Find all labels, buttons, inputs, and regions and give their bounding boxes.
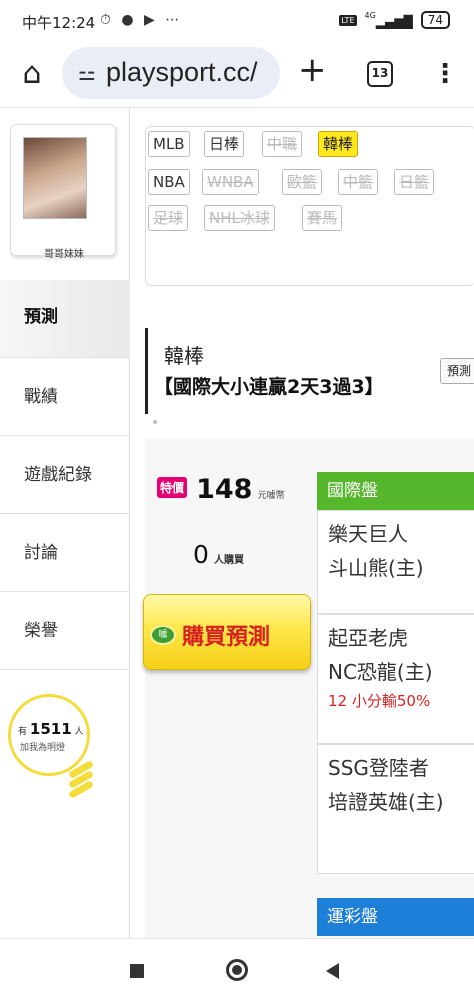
away-team: SSG登陸者 [328, 756, 429, 780]
buy-prediction-label[interactable]: 購買預測 [182, 619, 270, 651]
filter-nba[interactable]: NBA [148, 169, 190, 195]
prediction-name: 【國際大小連贏2天3過3】 [154, 376, 384, 398]
site-settings-icon[interactable]: ⚍ [78, 61, 96, 85]
recents-icon[interactable] [130, 964, 144, 978]
new-tab-icon[interactable]: + [298, 50, 327, 90]
follow-label[interactable]: 加我為明燈 [20, 740, 65, 753]
battery-icon: 74 [420, 11, 450, 29]
status-right: LTE 4G▂▄▆█ 74 [339, 11, 450, 29]
signal-icon: 4G▂▄▆█ [364, 11, 413, 29]
sidebar-item-honor[interactable]: 榮譽 [0, 592, 130, 670]
browser-toolbar: ⌂ ⚍ playsport.cc/ + 13 ⋮ [0, 40, 474, 108]
away-team: 起亞老虎 [328, 626, 408, 650]
special-price-badge: 特價 [157, 477, 188, 498]
prediction-category: 韓棒 [164, 344, 204, 368]
sidebar: 哥哥妹妹 預測 戰績 遊戲紀錄 討論 榮譽 有 1511 人 加我為明燈 [0, 108, 130, 938]
price-block: 特價 148 元噱幣 [157, 474, 285, 505]
game-row: SSG登陸者 培證英雄(主) [317, 744, 474, 874]
browser-menu-icon[interactable]: ⋮ [432, 54, 458, 94]
price-unit: 元噱幣 [257, 491, 285, 501]
sidebar-item-game-history[interactable]: 遊戲紀錄 [0, 436, 130, 514]
avatar[interactable] [23, 137, 87, 219]
buyers-count: 0 [193, 540, 209, 569]
back-icon[interactable] [326, 963, 339, 979]
bulb-base-icon [67, 759, 95, 802]
system-nav-bar [0, 938, 474, 1000]
coin-icon: 噱 [150, 625, 176, 645]
home-icon[interactable]: ⌂ [14, 56, 50, 92]
buy-prediction-button[interactable]: 噱 購買預測 [143, 594, 311, 670]
game-row: 起亞老虎 NC恐龍(主) 12 小分輸50% [317, 614, 474, 744]
game-row: 樂天巨人 斗山熊(主) [317, 510, 474, 614]
filter-euro-basketball: 歐籃 [282, 169, 323, 195]
fans-count-text: 有 1511 人 [18, 720, 84, 738]
status-time: 中午12:24 [22, 14, 96, 32]
user-card[interactable]: 哥哥妹妹 [10, 124, 116, 260]
buyers-block: 0 人購買 [193, 540, 244, 569]
league-filter-panel: MLB 日棒 中職 韓棒 NBA WNBA 歐籃 中籃 日籃 足球 NHL冰球 … [145, 126, 474, 286]
filter-soccer: 足球 [148, 205, 189, 231]
sidebar-item-record[interactable]: 戰績 [0, 358, 130, 436]
predict-button[interactable]: 預測 [440, 358, 474, 384]
user-name[interactable]: 哥哥妹妹 [11, 245, 117, 260]
lottery-market-header: 運彩盤 [317, 898, 474, 936]
home-team: 斗山熊(主) [328, 556, 424, 580]
home-team: NC恐龍(主) [328, 660, 433, 684]
filter-horse-racing: 賽馬 [302, 205, 343, 231]
main-content: MLB 日棒 中職 韓棒 NBA WNBA 歐籃 中籃 日籃 足球 NHL冰球 … [131, 108, 474, 938]
home-nav-icon[interactable] [226, 959, 248, 981]
filter-jpn-basketball: 日籃 [394, 169, 435, 195]
filter-cpbl: 中職 [262, 131, 303, 157]
away-team: 樂天巨人 [328, 522, 408, 546]
notification-icons: ⏱ ● ▶ ⋯ [100, 12, 183, 28]
game-result: 12 小分輸50% [328, 692, 431, 710]
tab-switcher-button[interactable]: 13 [367, 61, 393, 87]
address-bar[interactable]: ⚍ playsport.cc/ [62, 47, 280, 99]
filter-jpn-baseball[interactable]: 日棒 [204, 131, 245, 157]
sidebar-item-predict[interactable]: 預測 [0, 280, 130, 358]
prediction-title-box: 韓棒 【國際大小連贏2天3過3】 預測 [145, 328, 474, 414]
price-value: 148 [196, 474, 253, 505]
intl-market-header: 國際盤 [317, 472, 474, 510]
filter-kbo[interactable]: 韓棒 [318, 131, 359, 157]
lte-icon: LTE [339, 14, 357, 26]
url-text[interactable]: playsport.cc/ [106, 57, 258, 88]
filter-nhl: NHL冰球 [204, 205, 275, 231]
filter-wnba: WNBA [202, 169, 259, 195]
buyers-unit: 人購買 [214, 555, 244, 566]
home-team: 培證英雄(主) [328, 790, 444, 814]
sidebar-item-discussion[interactable]: 討論 [0, 514, 130, 592]
filter-cba: 中籃 [338, 169, 379, 195]
filter-mlb[interactable]: MLB [148, 131, 190, 157]
divider-dot [153, 420, 157, 424]
status-bar: 中午12:24 ⏱ ● ▶ ⋯ LTE 4G▂▄▆█ 74 [0, 0, 474, 40]
